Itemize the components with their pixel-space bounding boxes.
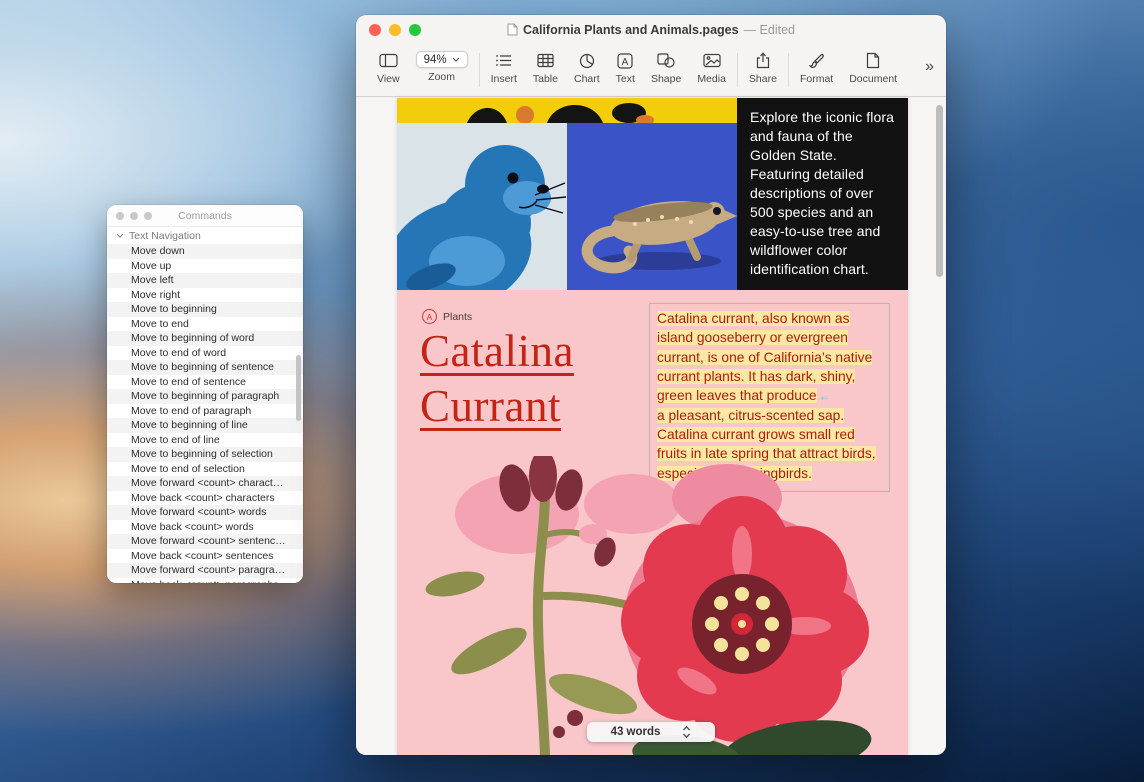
toolbar-view-button[interactable]: View (369, 45, 408, 85)
commands-window: Commands Text Navigation Move downMove u… (107, 205, 303, 583)
pages-traffic-lights (369, 24, 421, 36)
toolbar-insert-button[interactable]: Insert (483, 45, 525, 85)
list-item[interactable]: Move to end (107, 317, 303, 332)
commands-scrollbar-thumb[interactable] (296, 355, 301, 421)
minimize-button[interactable] (389, 24, 401, 36)
document-icon (866, 51, 880, 70)
list-item[interactable]: Move up (107, 259, 303, 274)
document-page: Explore the iconic flora and fauna of th… (397, 98, 908, 755)
list-item[interactable]: Move to end of paragraph (107, 404, 303, 419)
list-item[interactable]: Move forward <count> paragra… (107, 563, 303, 578)
view-sidebar-icon (379, 51, 398, 70)
highlighted-body-text: Catalina currant, also known as island g… (657, 311, 872, 403)
fullscreen-button[interactable] (409, 24, 421, 36)
word-count-pill[interactable]: 43 words (587, 722, 715, 742)
toolbar-text-button[interactable]: A Text (608, 45, 643, 85)
format-brush-icon (809, 51, 825, 70)
plants-tag[interactable]: A Plants (422, 309, 472, 324)
list-item[interactable]: Move back <count> words (107, 520, 303, 535)
zoom-value: 94% (424, 54, 447, 66)
share-icon (756, 51, 770, 70)
commands-window-title: Commands (107, 210, 303, 222)
list-item[interactable]: Move forward <count> charact… (107, 476, 303, 491)
toolbar-chart-button[interactable]: Chart (566, 45, 608, 85)
commands-titlebar[interactable]: Commands (107, 205, 303, 227)
toolbar-table-button[interactable]: Table (525, 45, 566, 85)
list-item[interactable]: Move to beginning of line (107, 418, 303, 433)
toolbar-format-button[interactable]: Format (792, 45, 841, 85)
word-count-value: 43 words (611, 726, 661, 738)
seal-illustration[interactable] (397, 123, 567, 290)
list-item[interactable]: Move to beginning of word (107, 331, 303, 346)
svg-text:A: A (622, 56, 629, 67)
document-proxy-icon (507, 23, 518, 36)
list-item[interactable]: Move left (107, 273, 303, 288)
toolbar-separator (788, 53, 789, 87)
list-item[interactable]: Move forward <count> words (107, 505, 303, 520)
list-item[interactable]: Move to end of line (107, 433, 303, 448)
toolbar-overflow-button[interactable]: » (925, 58, 934, 76)
commands-section-label: Text Navigation (129, 230, 201, 242)
currant-flower-illustration[interactable] (397, 456, 908, 755)
chevron-down-icon (116, 233, 124, 238)
toolbar-zoom-control[interactable]: 94% Zoom (408, 45, 476, 83)
commands-section-header[interactable]: Text Navigation (107, 227, 303, 244)
hero-text-panel[interactable]: Explore the iconic flora and fauna of th… (737, 98, 908, 290)
list-item[interactable]: Move back <count> sentences (107, 549, 303, 564)
list-item[interactable]: Move right (107, 288, 303, 303)
chart-icon (579, 51, 595, 70)
hero-text: Explore the iconic flora and fauna of th… (750, 109, 894, 277)
abstract-shapes-illustration (397, 98, 737, 123)
document-canvas: Explore the iconic flora and fauna of th… (356, 98, 946, 755)
plants-label: Plants (443, 311, 472, 323)
commands-list: Move downMove upMove leftMove rightMove … (107, 244, 303, 583)
table-icon (537, 51, 554, 70)
list-item[interactable]: Move back <count> paragraphs (107, 578, 303, 584)
list-item[interactable]: Move to beginning of selection (107, 447, 303, 462)
hero-collage[interactable]: Explore the iconic flora and fauna of th… (397, 98, 908, 290)
list-item[interactable]: Move to beginning of sentence (107, 360, 303, 375)
pages-toolbar: View 94% Zoom Insert Table (356, 44, 946, 97)
list-item[interactable]: Move to beginning (107, 302, 303, 317)
plants-badge-icon: A (422, 309, 437, 324)
text-box-icon: A (617, 51, 633, 70)
media-photo-icon (703, 51, 721, 70)
list-item[interactable]: Move back <count> characters (107, 491, 303, 506)
line-break-marker: ← (817, 389, 831, 403)
toolbar-shape-button[interactable]: Shape (643, 45, 689, 85)
toolbar-separator (737, 53, 738, 87)
list-item[interactable]: Move to end of sentence (107, 375, 303, 390)
toolbar-document-button[interactable]: Document (841, 45, 905, 85)
toolbar-separator (479, 53, 480, 87)
document-scrollbar-thumb[interactable] (936, 105, 943, 277)
close-button[interactable] (369, 24, 381, 36)
word-count-stepper-icon[interactable] (682, 725, 691, 739)
list-item[interactable]: Move down (107, 244, 303, 259)
toolbar-share-button[interactable]: Share (741, 45, 785, 85)
list-item[interactable]: Move forward <count> sentenc… (107, 534, 303, 549)
document-heading[interactable]: Catalina Currant (420, 324, 574, 434)
pages-window: California Plants and Animals.pages — Ed… (356, 15, 946, 755)
lizard-illustration[interactable] (567, 123, 737, 290)
shape-icon (657, 51, 675, 70)
insert-icon (495, 51, 513, 70)
pages-titlebar[interactable]: California Plants and Animals.pages — Ed… (356, 15, 946, 44)
list-item[interactable]: Move to end of selection (107, 462, 303, 477)
window-title-edited-badge: — Edited (744, 23, 795, 37)
list-item[interactable]: Move to beginning of paragraph (107, 389, 303, 404)
plants-section: A Plants Catalina Currant Catalina curra… (397, 290, 908, 755)
window-title: California Plants and Animals.pages (523, 23, 739, 37)
chevron-down-icon (452, 57, 460, 62)
zoom-dropdown[interactable]: 94% (416, 51, 468, 68)
list-item[interactable]: Move to end of word (107, 346, 303, 361)
toolbar-media-button[interactable]: Media (689, 45, 734, 85)
collage-yellow-band-image[interactable] (397, 98, 737, 123)
